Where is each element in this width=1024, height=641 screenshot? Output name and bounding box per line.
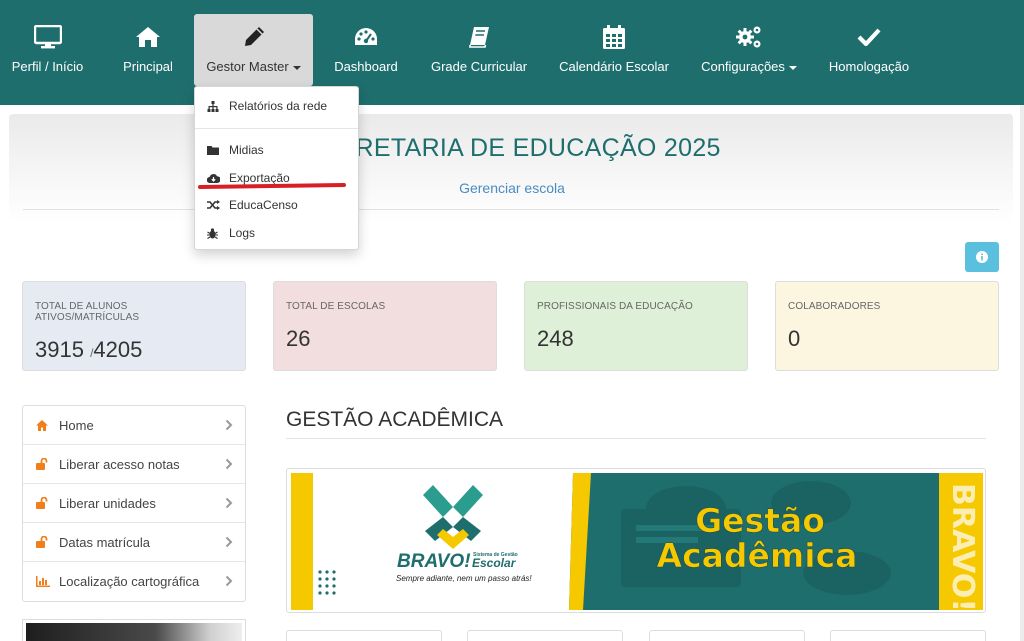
nav-calendario-escolar[interactable]: Calendário Escolar bbox=[554, 14, 674, 86]
nav-label: Dashboard bbox=[334, 59, 398, 74]
svg-text:Escolar: Escolar bbox=[472, 556, 517, 570]
book-icon bbox=[467, 22, 491, 52]
svg-text:BRAVO!: BRAVO! bbox=[945, 483, 980, 610]
stat-card-professionals: PROFISSIONAIS DA EDUCAÇÃO 248 bbox=[524, 281, 748, 371]
side-item-liberar-unidades[interactable]: Liberar unidades bbox=[23, 484, 245, 523]
gestor-master-dropdown: Relatórios da rede Midias Exportação Edu… bbox=[194, 86, 359, 250]
unlock-icon bbox=[36, 458, 52, 470]
menu-item-midias[interactable]: Midias bbox=[195, 138, 358, 162]
info-icon bbox=[976, 251, 988, 263]
side-item-home[interactable]: Home bbox=[23, 406, 245, 445]
side-menu: Home Liberar acesso notas Liberar unidad… bbox=[22, 405, 246, 602]
top-navbar: Perfil / Início Principal Gestor Master … bbox=[0, 0, 1024, 105]
nav-configuracoes[interactable]: Configurações bbox=[695, 14, 803, 86]
section-divider bbox=[286, 438, 986, 439]
unlock-icon bbox=[36, 536, 52, 548]
stat-value: 26 bbox=[286, 326, 311, 351]
home-icon bbox=[36, 419, 52, 431]
side-item-label: Datas matrícula bbox=[59, 534, 151, 550]
stat-value: 3915 /4205 bbox=[35, 337, 143, 362]
side-item-label: Localização cartográfica bbox=[59, 574, 200, 589]
svg-text:BRAVO!: BRAVO! bbox=[397, 551, 471, 572]
banner-image: BRAVO! Sistema de Gestão Escolar Sempre … bbox=[291, 473, 983, 610]
stat-label: PROFISSIONAIS DA EDUCAÇÃO bbox=[537, 301, 693, 312]
bug-icon bbox=[207, 227, 221, 239]
bar-chart-icon bbox=[36, 576, 52, 587]
chevron-right-icon bbox=[225, 497, 233, 509]
header-divider bbox=[23, 209, 999, 210]
stat-label: COLABORADORES bbox=[788, 301, 881, 312]
gears-icon bbox=[735, 22, 763, 52]
menu-item-label: Midias bbox=[229, 143, 264, 157]
dashboard-icon bbox=[353, 22, 379, 52]
nav-label: Principal bbox=[123, 59, 173, 74]
nav-label: Grade Curricular bbox=[430, 59, 528, 74]
menu-item-label: EducaCenso bbox=[229, 198, 298, 212]
stat-value: 0 bbox=[788, 326, 801, 351]
calendar-icon bbox=[602, 22, 626, 52]
bottom-card bbox=[286, 630, 442, 641]
nav-homologacao[interactable]: Homologação bbox=[823, 14, 915, 86]
nav-principal[interactable]: Principal bbox=[112, 14, 184, 86]
nav-label: Calendário Escolar bbox=[559, 59, 669, 74]
main-content: SECRETARIA DE EDUCAÇÃO 2025 Gerenciar es… bbox=[0, 105, 1024, 641]
folder-icon bbox=[207, 145, 221, 155]
svg-text:Acadêmica: Acadêmica bbox=[657, 536, 858, 575]
svg-text:Sempre adiante, nem um passo a: Sempre adiante, nem um passo atrás! bbox=[396, 574, 532, 583]
stat-label: TOTAL DE ESCOLAS bbox=[286, 301, 386, 312]
side-image bbox=[26, 623, 242, 641]
section-title: GESTÃO ACADÊMICA bbox=[286, 408, 504, 431]
unlock-icon bbox=[36, 497, 52, 509]
stat-value: 248 bbox=[537, 326, 574, 351]
stat-card-students: TOTAL DE ALUNOS ATIVOS/MATRÍCULAS 3915 /… bbox=[22, 281, 246, 371]
side-item-localizacao[interactable]: Localização cartográfica bbox=[23, 562, 245, 601]
side-item-label: Liberar acesso notas bbox=[59, 456, 180, 472]
stat-card-collaborators: COLABORADORES 0 bbox=[775, 281, 999, 371]
menu-item-label: Logs bbox=[229, 226, 256, 240]
home-icon bbox=[135, 22, 161, 52]
caret-down-icon bbox=[788, 65, 797, 70]
nav-perfil-inicio[interactable]: Perfil / Início bbox=[0, 14, 95, 86]
sitemap-icon bbox=[207, 100, 221, 112]
side-item-label: Home bbox=[59, 417, 94, 433]
manage-school-link[interactable]: Gerenciar escola bbox=[0, 180, 1024, 196]
side-image-card bbox=[22, 619, 246, 641]
nav-label: Configurações bbox=[701, 59, 797, 74]
menu-item-label: Relatórios da rede bbox=[229, 99, 328, 113]
nav-label: Gestor Master bbox=[206, 59, 301, 74]
nav-grade-curricular[interactable]: Grade Curricular bbox=[425, 14, 533, 86]
caret-down-icon bbox=[292, 65, 301, 70]
stat-card-schools: TOTAL DE ESCOLAS 26 bbox=[273, 281, 497, 371]
nav-dashboard[interactable]: Dashboard bbox=[328, 14, 404, 86]
stat-label: TOTAL DE ALUNOS ATIVOS/MATRÍCULAS bbox=[35, 301, 140, 323]
chevron-right-icon bbox=[225, 419, 233, 431]
gestao-academica-banner[interactable]: BRAVO! Sistema de Gestão Escolar Sempre … bbox=[286, 468, 986, 613]
shuffle-icon bbox=[207, 200, 221, 210]
chevron-right-icon bbox=[225, 536, 233, 548]
monitor-icon bbox=[33, 22, 62, 52]
cloud-download-icon bbox=[207, 173, 221, 183]
nav-gestor-master[interactable]: Gestor Master bbox=[194, 14, 313, 86]
bottom-card bbox=[830, 630, 986, 641]
chevron-right-icon bbox=[225, 458, 233, 470]
menu-item-logs[interactable]: Logs bbox=[195, 221, 358, 245]
bottom-card bbox=[467, 630, 623, 641]
nav-label: Homologação bbox=[828, 59, 910, 74]
bottom-card bbox=[649, 630, 805, 641]
menu-item-educacenso[interactable]: EducaCenso bbox=[195, 193, 358, 217]
side-item-label: Liberar unidades bbox=[59, 495, 156, 511]
svg-text:Gestão: Gestão bbox=[695, 501, 825, 540]
info-button[interactable] bbox=[965, 242, 999, 272]
chevron-right-icon bbox=[225, 575, 233, 587]
nav-label: Perfil / Início bbox=[11, 59, 84, 74]
menu-item-relatorios[interactable]: Relatórios da rede bbox=[195, 94, 358, 118]
side-item-liberar-notas[interactable]: Liberar acesso notas bbox=[23, 445, 245, 484]
page-title: SECRETARIA DE EDUCAÇÃO 2025 bbox=[303, 134, 721, 162]
side-item-datas-matricula[interactable]: Datas matrícula bbox=[23, 523, 245, 562]
pencil-icon bbox=[243, 22, 265, 52]
check-icon bbox=[857, 22, 881, 52]
header-card bbox=[9, 114, 1013, 224]
menu-divider bbox=[195, 128, 358, 129]
